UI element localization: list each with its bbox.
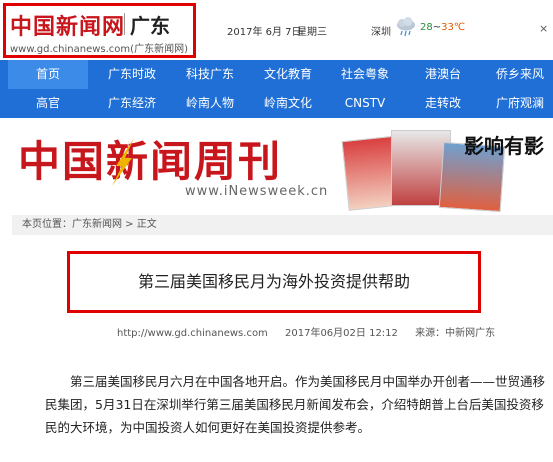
banner-swoosh-icon bbox=[112, 138, 134, 186]
nav-item-zouzhuangai[interactable]: 走转改 bbox=[403, 89, 483, 118]
banner-title: 中国新闻周刊 bbox=[18, 137, 283, 186]
site-header: 中国新闻网 广东 www.gd.chinanews.com(广东新闻网) 201… bbox=[0, 0, 553, 60]
article-source: 来源：中新网广东 bbox=[415, 328, 496, 339]
logo-divider bbox=[124, 13, 125, 35]
close-icon[interactable]: × bbox=[539, 22, 548, 35]
breadcrumb: 本页位置：广东新闻网 > 正文 bbox=[12, 215, 553, 235]
article-title-highlight: 第三届美国移民月为海外投资提供帮助 bbox=[67, 251, 481, 313]
site-logo[interactable]: 中国新闻网 广东 www.gd.chinanews.com(广东新闻网) bbox=[3, 3, 196, 58]
article-url[interactable]: http://www.gd.chinanews.com bbox=[117, 328, 268, 339]
temp-separator: ~ bbox=[432, 22, 442, 33]
article-datetime: 2017年06月02日 12:12 bbox=[285, 328, 398, 339]
nav-item-hkmt[interactable]: 港澳台 bbox=[403, 60, 483, 89]
article-meta: http://www.gd.chinanews.com 2017年06月02日 … bbox=[117, 324, 509, 339]
nav-item-people[interactable]: 岭南人物 bbox=[170, 89, 250, 118]
breadcrumb-site-link[interactable]: 广东新闻网 bbox=[72, 219, 122, 230]
nav-item-tech[interactable]: 科技广东 bbox=[170, 60, 250, 89]
nav-item-lingnan-culture[interactable]: 岭南文化 bbox=[248, 89, 328, 118]
banner-url: www.iNewsweek.cn bbox=[185, 184, 329, 199]
banner-slogan: 影响有影 bbox=[464, 134, 544, 158]
cloud-rain-icon bbox=[397, 17, 415, 37]
breadcrumb-prefix: 本页位置： bbox=[22, 219, 72, 230]
nav-item-home[interactable]: 首页 bbox=[8, 60, 88, 89]
nav-row-1: 首页 广东时政 科技广东 文化教育 社会粤象 港澳台 侨乡来风 bbox=[0, 60, 553, 89]
logo-region: 广东 bbox=[130, 14, 170, 38]
current-weekday: 星期三 bbox=[297, 27, 327, 38]
weather-city: 深圳 bbox=[371, 27, 391, 38]
logo-url: www.gd.chinanews.com(广东新闻网) bbox=[10, 44, 188, 55]
nav-item-guangfu[interactable]: 广府观澜 bbox=[480, 89, 553, 118]
nav-item-culture[interactable]: 文化教育 bbox=[248, 60, 328, 89]
article-body: 第三届美国移民月六月在中国各地开启。作为美国移民月中国举办开创者——世贸通移民集… bbox=[45, 374, 546, 435]
nav-item-economy[interactable]: 广东经济 bbox=[92, 89, 172, 118]
newsweek-banner[interactable]: 中国新闻周刊 www.iNewsweek.cn 影响有影 bbox=[0, 118, 553, 213]
temp-high: 33℃ bbox=[441, 22, 466, 33]
temp-low: 28 bbox=[420, 22, 433, 33]
logo-text: 中国新闻网 bbox=[10, 14, 126, 40]
main-navigation: 首页 广东时政 科技广东 文化教育 社会粤象 港澳台 侨乡来风 高官 广东经济 … bbox=[0, 60, 553, 118]
nav-item-cnstv[interactable]: CNSTV bbox=[325, 89, 405, 118]
current-date: 2017年 6月 7日 bbox=[227, 27, 302, 38]
nav-item-overseas[interactable]: 侨乡来风 bbox=[480, 60, 553, 89]
nav-row-2: 高官 广东经济 岭南人物 岭南文化 CNSTV 走转改 广府观澜 bbox=[0, 89, 553, 118]
breadcrumb-separator: > bbox=[122, 219, 137, 230]
nav-item-officials[interactable]: 高官 bbox=[8, 89, 88, 118]
breadcrumb-current: 正文 bbox=[136, 219, 157, 230]
weather-temperature: 28~33℃ bbox=[420, 22, 465, 33]
article-title: 第三届美国移民月为海外投资提供帮助 bbox=[137, 272, 410, 291]
nav-item-society[interactable]: 社会粤象 bbox=[325, 60, 405, 89]
nav-item-politics[interactable]: 广东时政 bbox=[92, 60, 172, 89]
